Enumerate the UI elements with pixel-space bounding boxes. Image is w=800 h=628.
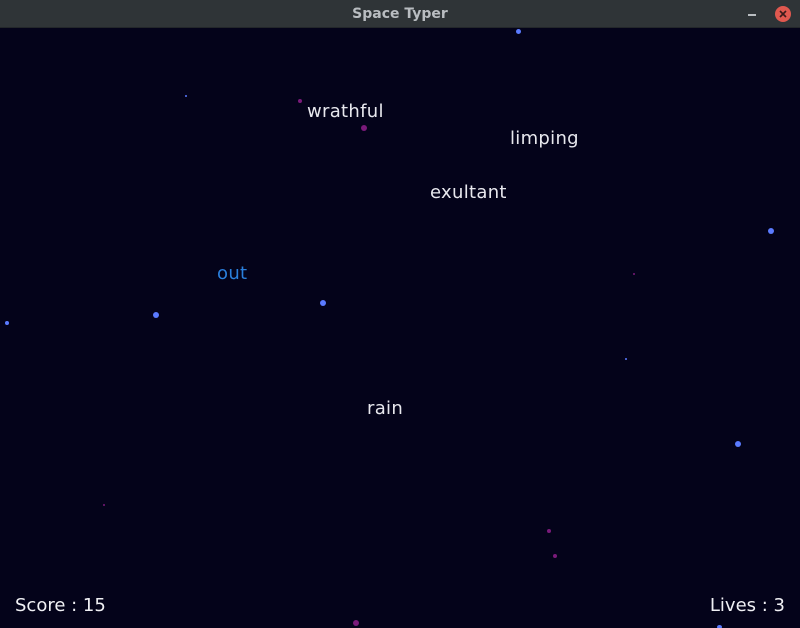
falling-word-active: out <box>217 263 248 284</box>
star <box>547 529 551 533</box>
title-bar[interactable]: Space Typer <box>0 0 800 28</box>
star <box>633 273 635 275</box>
star <box>625 358 627 360</box>
game-window: Space Typer wrathful limping exultant ou… <box>0 0 800 628</box>
minimize-icon <box>748 14 756 16</box>
star <box>5 321 9 325</box>
minimize-button[interactable] <box>744 5 762 23</box>
star <box>320 300 326 306</box>
star <box>185 95 187 97</box>
window-title: Space Typer <box>352 6 448 22</box>
star <box>516 29 521 34</box>
lives-display: Lives : 3 <box>709 595 785 616</box>
falling-word: rain <box>367 398 404 419</box>
falling-word: wrathful <box>307 101 384 122</box>
close-button[interactable] <box>775 6 791 22</box>
star <box>553 554 557 558</box>
star <box>153 312 159 318</box>
game-playfield[interactable]: wrathful limping exultant out rain Score… <box>0 28 800 628</box>
star <box>298 99 302 103</box>
star <box>735 441 741 447</box>
star <box>361 125 367 131</box>
close-icon <box>779 10 787 18</box>
star <box>103 504 105 506</box>
falling-word: exultant <box>430 182 507 203</box>
star <box>353 620 359 626</box>
star <box>768 228 774 234</box>
falling-word: limping <box>510 128 579 149</box>
score-display: Score : 15 <box>15 595 106 616</box>
